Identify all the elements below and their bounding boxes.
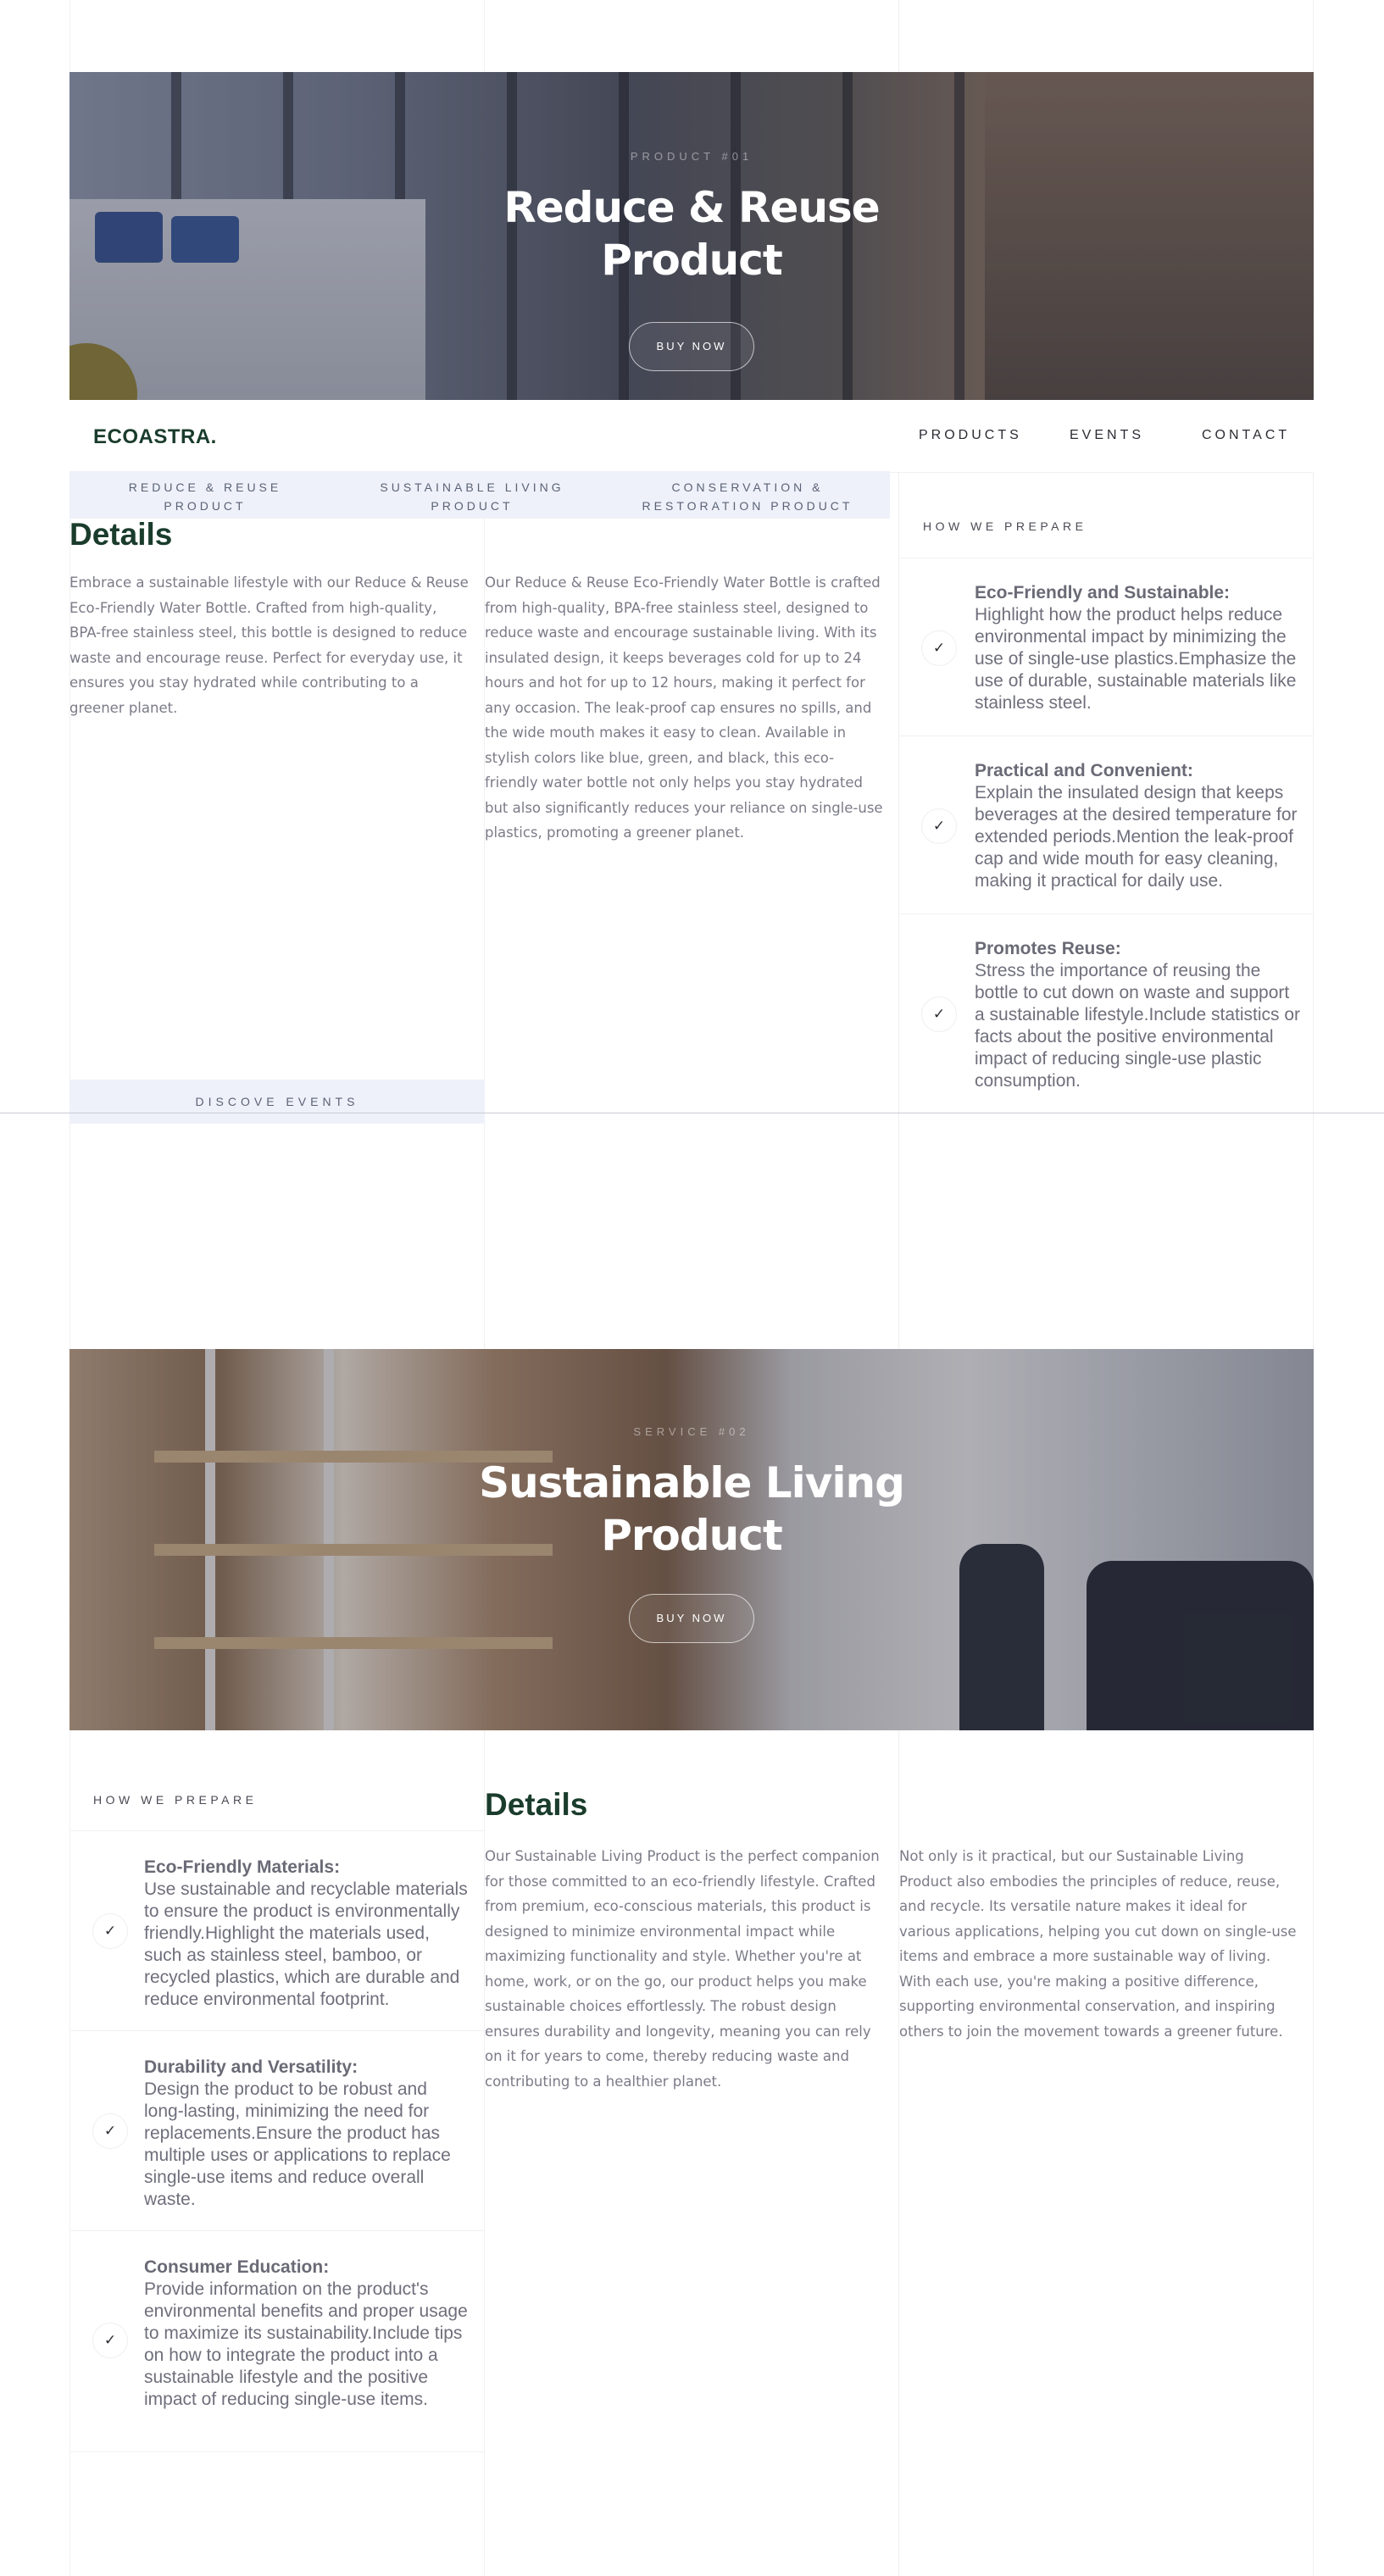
- buy-now-button[interactable]: BUY NOW: [629, 322, 754, 371]
- prepare-body: Use sustainable and recyclable materials…: [144, 1879, 468, 2009]
- prepare-body: Explain the insulated design that keeps …: [975, 783, 1298, 891]
- prepare-item: ✓ Eco-Friendly and Sustainable: Highligh…: [898, 558, 1314, 736]
- how-we-prepare-label: HOW WE PREPARE: [93, 1793, 258, 1807]
- details-paragraph: Our Reduce & Reuse Eco-Friendly Water Bo…: [485, 575, 883, 841]
- brand-logo[interactable]: ECOASTRA.: [93, 425, 217, 449]
- prepare-item: ✓ Consumer Education: Provide information…: [69, 2230, 485, 2452]
- details-paragraph: Embrace a sustainable lifestyle with our…: [69, 575, 469, 716]
- prepare-title: Eco-Friendly and Sustainable:: [975, 583, 1231, 602]
- hero-title-line: Reduce & Reuse: [503, 183, 880, 232]
- prepare-item: ✓ Practical and Convenient: Explain the i…: [898, 736, 1314, 913]
- prepare-text: Durability and Versatility: Design the pr…: [144, 2057, 471, 2211]
- hero-title-line: Product: [601, 236, 783, 285]
- hero-title-line: Sustainable Living: [479, 1458, 905, 1507]
- prepare-title: Durability and Versatility:: [144, 2057, 359, 2077]
- subnav-conservation[interactable]: CONSERVATION & RESTORATION PRODUCT: [625, 478, 870, 515]
- how-we-prepare-label: HOW WE PREPARE: [923, 519, 1087, 533]
- prepare-text: Eco-Friendly Materials: Use sustainable a…: [144, 1857, 471, 2011]
- navbar: ECOASTRA. PRODUCTS EVENTS CONTACT: [69, 400, 1314, 473]
- subnav-reduce-reuse[interactable]: REDUCE & REUSE PRODUCT: [103, 478, 307, 515]
- nav-products[interactable]: PRODUCTS: [919, 428, 1022, 443]
- hero-title-line: Product: [601, 1511, 783, 1560]
- details-heading: Details: [69, 517, 173, 552]
- details-paragraph: Not only is it practical, but our Sustai…: [899, 1848, 1297, 2040]
- check-icon: ✓: [92, 2323, 128, 2358]
- subnav-sustainable-living[interactable]: SUSTAINABLE LIVING PRODUCT: [370, 478, 574, 515]
- hero-kicker: SERVICE #02: [633, 1425, 750, 1438]
- hero-reduce-reuse: PRODUCT #01 Reduce & Reuse Product BUY N…: [69, 72, 1314, 401]
- prepare-title: Consumer Education:: [144, 2257, 330, 2277]
- check-icon: ✓: [921, 997, 957, 1032]
- hero-sustainable-living: SERVICE #02 Sustainable Living Product B…: [69, 1349, 1314, 1730]
- details-paragraph: Our Sustainable Living Product is the pe…: [485, 1848, 880, 2090]
- check-icon: ✓: [92, 2113, 128, 2149]
- prepare-item: ✓ Durability and Versatility: Design the …: [69, 2030, 485, 2230]
- prepare-text: Eco-Friendly and Sustainable: Highlight …: [975, 582, 1302, 714]
- prepare-item: ✓ Eco-Friendly Materials: Use sustainable…: [69, 1830, 485, 2030]
- check-icon: ✓: [921, 630, 957, 666]
- hero-content: SERVICE #02 Sustainable Living Product B…: [69, 1425, 1314, 1643]
- hero-kicker: PRODUCT #01: [630, 150, 753, 163]
- hero-title: Reduce & Reuse Product: [69, 181, 1314, 286]
- product-subnav: REDUCE & REUSE PRODUCT SUSTAINABLE LIVIN…: [69, 471, 890, 519]
- check-icon: ✓: [921, 808, 957, 844]
- hero-content: PRODUCT #01 Reduce & Reuse Product BUY N…: [69, 150, 1314, 371]
- details-heading: Details: [485, 1787, 588, 1822]
- prepare-text: Promotes Reuse: Stress the importance of …: [975, 938, 1302, 1092]
- prepare-body: Highlight how the product helps reduce e…: [975, 605, 1297, 713]
- hero-title: Sustainable Living Product: [69, 1457, 1314, 1562]
- divider: [69, 2451, 485, 2452]
- prepare-item: ✓ Promotes Reuse: Stress the importance o…: [898, 913, 1314, 1113]
- nav-events[interactable]: EVENTS: [1070, 428, 1144, 443]
- check-icon: ✓: [92, 1913, 128, 1949]
- prepare-title: Practical and Convenient:: [975, 761, 1193, 780]
- prepare-body: Design the product to be robust and long…: [144, 2079, 451, 2209]
- prepare-body: Provide information on the product's env…: [144, 2279, 468, 2409]
- discover-events-button[interactable]: DISCOVE EVENTS: [69, 1080, 485, 1124]
- prepare-text: Practical and Convenient: Explain the ins…: [975, 760, 1302, 892]
- nav-contact[interactable]: CONTACT: [1202, 428, 1290, 443]
- prepare-body: Stress the importance of reusing the bot…: [975, 961, 1301, 1091]
- prepare-text: Consumer Education: Provide information o…: [144, 2257, 471, 2411]
- prepare-title: Promotes Reuse:: [975, 939, 1121, 958]
- buy-now-button[interactable]: BUY NOW: [629, 1594, 754, 1643]
- prepare-title: Eco-Friendly Materials:: [144, 1857, 341, 1877]
